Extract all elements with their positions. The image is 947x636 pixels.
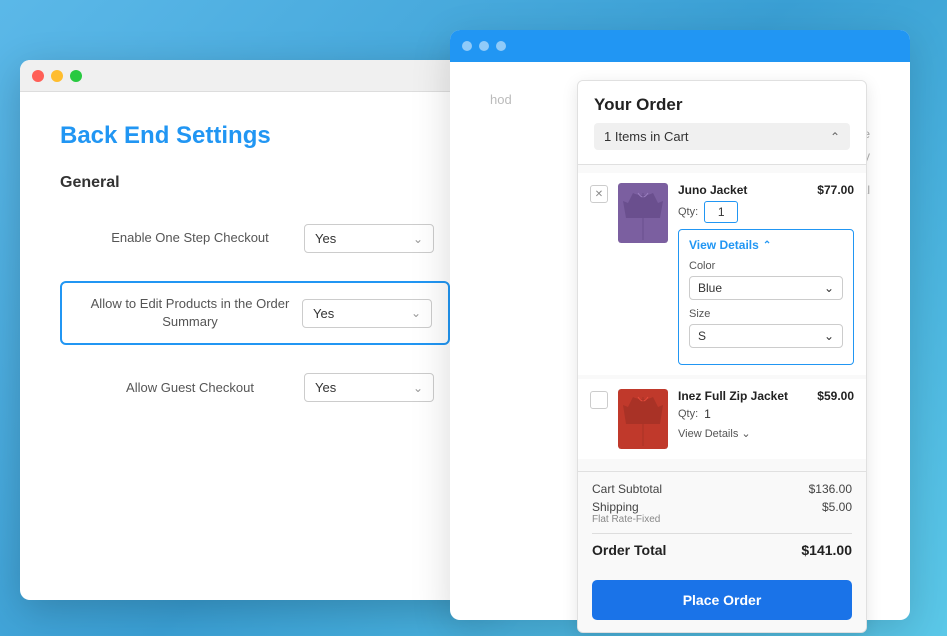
maximize-dot[interactable] [70, 70, 82, 82]
items-cart-label: 1 Items in Cart [604, 129, 689, 144]
left-content: Back End Settings General Enable One Ste… [20, 92, 490, 460]
cart-subtotal-value: $136.00 [809, 482, 852, 496]
bg-dot-3 [496, 41, 506, 51]
setting-select-guest-checkout[interactable]: Yes ⌄ [304, 373, 434, 402]
chevron-up-icon: ⌃ [763, 240, 771, 251]
setting-value-checkout: Yes [315, 231, 336, 246]
view-details-label-2: View Details [678, 428, 738, 440]
setting-value-guest-checkout: Yes [315, 380, 336, 395]
shipping-value: $5.00 [822, 500, 852, 525]
order-summary: Cart Subtotal $136.00 Shipping Flat Rate… [578, 471, 866, 568]
setting-label-checkout: Enable One Step Checkout [76, 229, 304, 247]
setting-label-edit-products: Allow to Edit Products in the Order Summ… [78, 295, 302, 331]
setting-value-edit-products: Yes [313, 306, 334, 321]
color-label: Color [689, 260, 843, 272]
bg-dot-1 [462, 41, 472, 51]
setting-row-edit-products: Allow to Edit Products in the Order Summ… [60, 281, 450, 345]
product-price-1: $77.00 [817, 183, 854, 197]
size-label: Size [689, 308, 843, 320]
product-qty-row-1: Qty: [678, 201, 854, 223]
chevron-down-icon: ⌄ [741, 427, 750, 440]
order-total-label: Order Total [592, 542, 666, 558]
qty-label-1: Qty: [678, 206, 698, 218]
summary-divider [592, 533, 852, 534]
product-row-1: ✕ Juno Jacket $77.00 Qty: [578, 173, 866, 375]
chevron-down-icon: ⌄ [413, 232, 423, 246]
size-value: S [698, 329, 706, 343]
product-image-1 [618, 183, 668, 243]
view-details-toggle-1[interactable]: View Details ⌃ [689, 238, 843, 252]
page-title: Back End Settings [60, 122, 450, 150]
product-name-price-2: Inez Full Zip Jacket $59.00 [678, 389, 854, 403]
product-name-price-1: Juno Jacket $77.00 [678, 183, 854, 197]
cart-subtotal-label: Cart Subtotal [592, 482, 662, 496]
product-name-2: Inez Full Zip Jacket [678, 389, 788, 403]
qty-input-1[interactable] [704, 201, 738, 223]
setting-row-guest-checkout: Allow Guest Checkout Yes ⌄ [60, 361, 450, 414]
qty-label-2: Qty: [678, 408, 698, 420]
product-price-2: $59.00 [817, 389, 854, 403]
shipping-label: Shipping [592, 500, 660, 514]
qty-value-2: 1 [704, 407, 711, 421]
order-header: Your Order 1 Items in Cart ⌃ [578, 81, 866, 165]
section-label: General [60, 174, 450, 192]
product-image-2 [618, 389, 668, 449]
order-total-value: $141.00 [801, 542, 852, 558]
chevron-up-icon: ⌃ [830, 130, 840, 144]
chevron-down-icon: ⌄ [824, 329, 834, 343]
product-info-1: Juno Jacket $77.00 Qty: View Details ⌃ C… [678, 183, 854, 365]
window-titlebar [20, 60, 490, 92]
chevron-down-icon: ⌄ [824, 281, 834, 295]
order-total-row: Order Total $141.00 [592, 542, 852, 558]
product-row-2: Inez Full Zip Jacket $59.00 Qty: 1 View … [578, 379, 866, 459]
close-dot[interactable] [32, 70, 44, 82]
product-info-2: Inez Full Zip Jacket $59.00 Qty: 1 View … [678, 389, 854, 440]
cart-subtotal-row: Cart Subtotal $136.00 [592, 482, 852, 496]
minimize-dot[interactable] [51, 70, 63, 82]
product-remove-btn-1[interactable]: ✕ [590, 185, 608, 203]
color-value: Blue [698, 281, 722, 295]
order-title: Your Order [594, 95, 850, 115]
view-details-toggle-2[interactable]: View Details ⌄ [678, 427, 854, 440]
color-select[interactable]: Blue ⌄ [689, 276, 843, 300]
setting-row-checkout: Enable One Step Checkout Yes ⌄ [60, 212, 450, 265]
bg-window-titlebar [450, 30, 910, 62]
product-qty-row-2: Qty: 1 [678, 407, 854, 421]
flat-rate-label: Flat Rate-Fixed [592, 514, 660, 525]
shipping-row: Shipping Flat Rate-Fixed $5.00 [592, 500, 852, 525]
product-remove-placeholder-2 [590, 391, 608, 409]
chevron-down-icon: ⌄ [411, 306, 421, 320]
items-cart-row[interactable]: 1 Items in Cart ⌃ [594, 123, 850, 150]
order-panel: Your Order 1 Items in Cart ⌃ ✕ Juno Ja [577, 80, 867, 633]
chevron-down-icon: ⌄ [413, 381, 423, 395]
size-select[interactable]: S ⌄ [689, 324, 843, 348]
place-order-button[interactable]: Place Order [592, 580, 852, 620]
order-footer: Place Order [578, 568, 866, 632]
left-window: Back End Settings General Enable One Ste… [20, 60, 490, 600]
setting-select-checkout[interactable]: Yes ⌄ [304, 224, 434, 253]
order-body: ✕ Juno Jacket $77.00 Qty: [578, 165, 866, 471]
product-name-1: Juno Jacket [678, 183, 747, 197]
view-details-box-1: View Details ⌃ Color Blue ⌄ Size S ⌄ [678, 229, 854, 365]
bg-dot-2 [479, 41, 489, 51]
setting-select-edit-products[interactable]: Yes ⌄ [302, 299, 432, 328]
view-details-label-1: View Details [689, 238, 759, 252]
setting-label-guest-checkout: Allow Guest Checkout [76, 379, 304, 397]
